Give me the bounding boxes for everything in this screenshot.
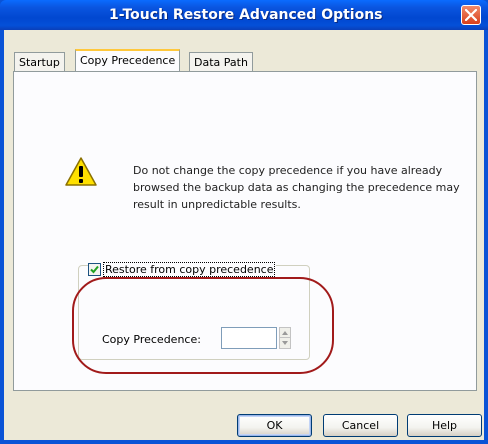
warning-message: Do not change the copy precedence if you…: [133, 164, 460, 211]
tab-copy-precedence-label: Copy Precedence: [80, 54, 176, 67]
copy-precedence-spinner[interactable]: [279, 327, 291, 349]
arrow-down-icon: [282, 341, 288, 345]
restore-from-copy-precedence-label: Restore from copy precedence: [102, 261, 276, 277]
tab-startup-label: Startup: [19, 56, 60, 69]
copy-precedence-input[interactable]: [221, 327, 277, 349]
dialog-window: 1-Touch Restore Advanced Options Startup…: [0, 0, 488, 444]
close-icon: [465, 9, 477, 21]
close-button[interactable]: [461, 5, 481, 25]
cancel-button[interactable]: Cancel: [323, 414, 398, 437]
title-bar[interactable]: 1-Touch Restore Advanced Options: [0, 0, 488, 30]
restore-from-copy-precedence-checkbox[interactable]: [88, 262, 101, 276]
tab-copy-precedence[interactable]: Copy Precedence: [75, 49, 181, 71]
tab-data-path[interactable]: Data Path: [189, 52, 253, 71]
tab-data-path-label: Data Path: [194, 56, 248, 69]
dialog-body: Startup Copy Precedence Data Path Do not…: [4, 30, 484, 440]
copy-precedence-label: Copy Precedence:: [102, 333, 201, 346]
window-title: 1-Touch Restore Advanced Options: [109, 7, 383, 23]
arrow-up-icon: [282, 331, 288, 335]
tab-startup[interactable]: Startup: [14, 52, 65, 71]
spin-down-button[interactable]: [280, 338, 290, 348]
restore-from-copy-precedence-option[interactable]: Restore from copy precedence: [88, 261, 277, 277]
warning-triangle-icon: [64, 156, 98, 191]
ok-button[interactable]: OK: [237, 414, 312, 437]
checkmark-icon: [90, 265, 99, 273]
tab-panel-copy-precedence: Do not change the copy precedence if you…: [13, 71, 477, 391]
spin-up-button[interactable]: [280, 328, 290, 338]
help-button[interactable]: Help: [407, 414, 482, 437]
